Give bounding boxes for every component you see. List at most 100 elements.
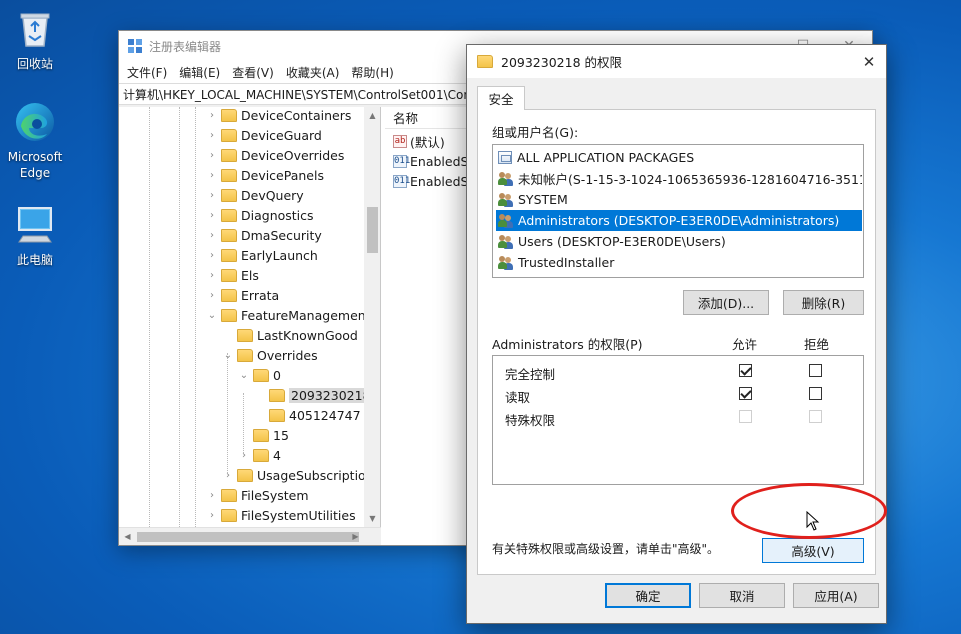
tree-item-selected[interactable]: 2093230218 bbox=[253, 385, 373, 405]
menu-file[interactable]: 文件(F) bbox=[121, 64, 173, 81]
folder-icon bbox=[221, 148, 237, 162]
list-item[interactable]: 未知帐户(S-1-15-3-1024-1065365936-1281604716… bbox=[496, 168, 862, 189]
desktop-icon-label: Microsoft Edge bbox=[7, 150, 63, 180]
tree-item[interactable]: › DeviceContainers bbox=[205, 107, 351, 125]
list-item[interactable]: SYSTEM bbox=[496, 189, 862, 210]
tree-item[interactable]: ⌄ 0 bbox=[237, 365, 281, 385]
desktop-icon-this-pc[interactable]: 此电脑 bbox=[0, 202, 70, 268]
table-row: 读取 bbox=[493, 383, 863, 406]
deny-column-header: 拒绝 bbox=[804, 337, 830, 352]
folder-icon bbox=[253, 428, 269, 442]
desktop-icon-label: 回收站 bbox=[16, 57, 53, 71]
tree-item[interactable]: ⌄ Overrides bbox=[221, 345, 318, 365]
deny-checkbox-disabled bbox=[809, 410, 822, 423]
deny-checkbox[interactable] bbox=[809, 387, 822, 400]
menu-favorites[interactable]: 收藏夹(A) bbox=[280, 64, 346, 81]
folder-icon bbox=[221, 128, 237, 142]
ok-button[interactable]: 确定 bbox=[605, 583, 691, 608]
scroll-down-icon[interactable]: ▼ bbox=[364, 510, 380, 527]
user-list[interactable]: ALL APPLICATION PACKAGES 未知帐户(S-1-15-3-1… bbox=[492, 144, 864, 278]
folder-icon bbox=[221, 488, 237, 502]
cancel-button[interactable]: 取消 bbox=[699, 583, 785, 608]
close-icon[interactable]: ✕ bbox=[852, 45, 886, 78]
apply-button[interactable]: 应用(A) bbox=[793, 583, 879, 608]
allow-checkbox[interactable] bbox=[739, 364, 752, 377]
folder-icon bbox=[221, 108, 237, 122]
group-user-label: 组或用户名(G): bbox=[492, 125, 579, 140]
package-icon bbox=[498, 151, 512, 164]
dialog-title: 2093230218 的权限 bbox=[501, 55, 623, 70]
tree-item[interactable]: › DeviceGuard bbox=[205, 125, 322, 145]
table-row: 特殊权限 bbox=[493, 406, 863, 429]
remove-button[interactable]: 删除(R) bbox=[783, 290, 864, 315]
dword-value-icon: 011 bbox=[393, 174, 411, 188]
list-item-selected[interactable]: Administrators (DESKTOP-E3ER0DE\Administ… bbox=[496, 210, 862, 231]
edge-icon bbox=[16, 103, 54, 141]
permissions-label: Administrators 的权限(P) bbox=[492, 337, 643, 352]
folder-icon bbox=[253, 448, 269, 462]
tree-vertical-scrollbar[interactable]: ▲ ▼ bbox=[364, 107, 380, 527]
tree-item[interactable]: LastKnownGood bbox=[221, 325, 358, 345]
desktop-icon-recycle-bin[interactable]: 回收站 bbox=[0, 6, 70, 72]
menu-view[interactable]: 查看(V) bbox=[226, 64, 280, 81]
scroll-left-icon[interactable]: ◀ bbox=[119, 528, 136, 545]
folder-icon bbox=[237, 468, 253, 482]
tree-horizontal-scrollbar[interactable]: ◀ ▶ bbox=[119, 527, 381, 545]
tree-item[interactable]: › Errata bbox=[205, 285, 279, 305]
tree-item[interactable]: ⌄ FeatureManagement bbox=[205, 305, 371, 325]
key-tree[interactable]: › DeviceContainers › DeviceGuard › DeviceOv… bbox=[119, 107, 381, 527]
tree-item[interactable]: › Diagnostics bbox=[205, 205, 314, 225]
folder-icon bbox=[221, 168, 237, 182]
folder-icon bbox=[269, 388, 285, 402]
tree-item[interactable]: › FileSystemUtilities bbox=[205, 505, 356, 525]
deny-checkbox[interactable] bbox=[809, 364, 822, 377]
tree-item[interactable]: 15 bbox=[237, 425, 289, 445]
security-tab-panel: 组或用户名(G): ALL APPLICATION PACKAGES 未知帐户(… bbox=[477, 109, 876, 575]
scroll-up-icon[interactable]: ▲ bbox=[364, 107, 380, 124]
folder-icon bbox=[221, 248, 237, 262]
folder-icon bbox=[237, 348, 253, 362]
tree-item[interactable]: › 4 bbox=[237, 445, 281, 465]
regedit-app-icon bbox=[128, 39, 142, 53]
users-icon bbox=[498, 171, 514, 186]
folder-icon bbox=[477, 55, 493, 68]
mouse-cursor-icon bbox=[806, 511, 820, 531]
desktop-icon-edge[interactable]: Microsoft Edge bbox=[0, 100, 70, 181]
permissions-dialog[interactable]: 2093230218 的权限 ✕ 安全 组或用户名(G): ALL APPLIC… bbox=[466, 44, 887, 624]
tree-item[interactable]: › DevQuery bbox=[205, 185, 304, 205]
scroll-right-icon[interactable]: ▶ bbox=[347, 528, 364, 545]
scroll-thumb[interactable] bbox=[137, 532, 359, 542]
allow-checkbox-disabled bbox=[739, 410, 752, 423]
tree-item[interactable]: › UsageSubscription bbox=[221, 465, 374, 485]
permissions-table: 完全控制 读取 特殊权限 bbox=[492, 355, 864, 485]
desktop-icon-label: 此电脑 bbox=[16, 253, 53, 267]
menu-help[interactable]: 帮助(H) bbox=[345, 64, 399, 81]
list-item[interactable]: TrustedInstaller bbox=[496, 252, 862, 273]
folder-icon bbox=[269, 408, 285, 422]
recycle-bin-icon bbox=[20, 13, 50, 47]
advanced-button[interactable]: 高级(V) bbox=[762, 538, 864, 563]
tree-item[interactable]: › Els bbox=[205, 265, 259, 285]
allow-checkbox[interactable] bbox=[739, 387, 752, 400]
add-button[interactable]: 添加(D)... bbox=[683, 290, 769, 315]
scroll-thumb[interactable] bbox=[367, 207, 378, 253]
folder-icon bbox=[221, 288, 237, 302]
folder-icon bbox=[221, 308, 237, 322]
tab-security[interactable]: 安全 bbox=[477, 86, 525, 110]
folder-icon bbox=[221, 508, 237, 522]
menu-edit[interactable]: 编辑(E) bbox=[173, 64, 226, 81]
tree-item[interactable]: › DevicePanels bbox=[205, 165, 324, 185]
tree-item[interactable]: › DeviceOverrides bbox=[205, 145, 344, 165]
users-icon bbox=[498, 192, 514, 207]
tree-item[interactable]: › DmaSecurity bbox=[205, 225, 322, 245]
users-icon bbox=[498, 234, 514, 249]
dialog-title-bar[interactable]: 2093230218 的权限 bbox=[467, 45, 886, 78]
tree-item[interactable]: 405124747 bbox=[253, 405, 361, 425]
list-item[interactable]: ab (默认) bbox=[393, 131, 445, 151]
list-item[interactable]: ALL APPLICATION PACKAGES bbox=[496, 147, 862, 168]
regedit-title: 注册表编辑器 bbox=[149, 39, 222, 54]
list-item[interactable]: Users (DESKTOP-E3ER0DE\Users) bbox=[496, 231, 862, 252]
tree-item[interactable]: › EarlyLaunch bbox=[205, 245, 318, 265]
tree-item[interactable]: › FileSystem bbox=[205, 485, 309, 505]
folder-icon bbox=[221, 228, 237, 242]
